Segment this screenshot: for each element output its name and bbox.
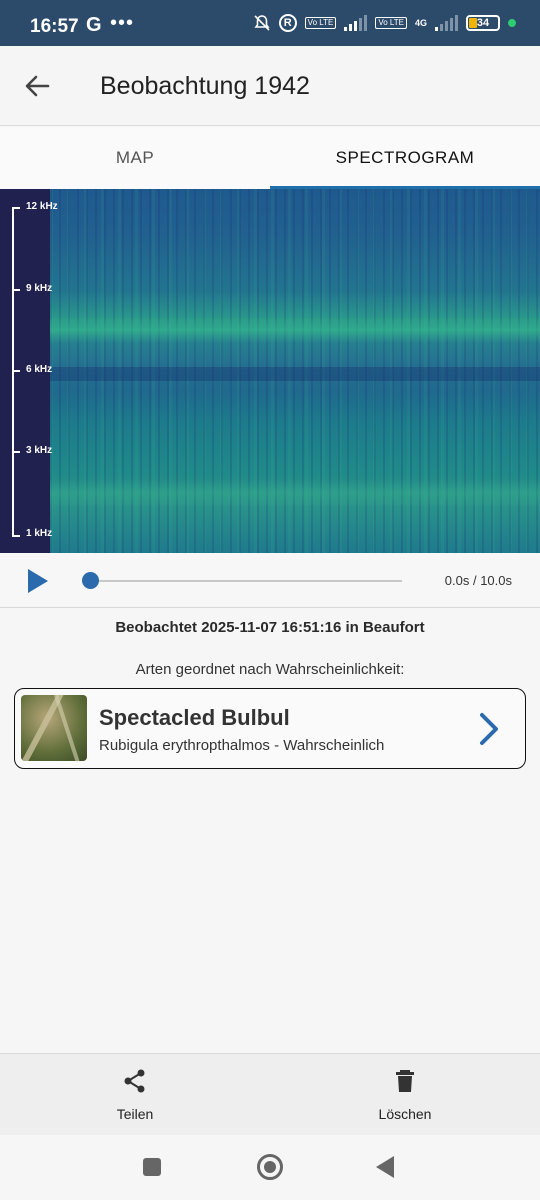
frequency-axis: 12 kHz 9 kHz 6 kHz 3 kHz 1 kHz [0, 189, 58, 553]
freq-label-9k: 9 kHz [26, 283, 53, 294]
species-thumbnail [21, 695, 87, 761]
spectrogram-view[interactable]: 12 kHz 9 kHz 6 kHz 3 kHz 1 kHz [0, 189, 540, 553]
g-app-icon: G [86, 14, 102, 36]
species-common-name: Spectacled Bulbul [99, 705, 290, 730]
share-label: Teilen [116, 1106, 154, 1122]
volte-icon: Vo LTE [304, 17, 337, 29]
signal-strength-icon-2 [435, 15, 458, 31]
bottom-action-bar: Teilen Löschen [0, 1053, 540, 1135]
spectrogram-dark-band [50, 367, 540, 381]
battery-level: 34 [476, 17, 490, 29]
delete-label: Löschen [378, 1106, 432, 1122]
registered-icon: R [278, 14, 297, 32]
trash-icon [392, 1068, 418, 1094]
spectrogram-low-band [50, 479, 540, 507]
freq-label-3k: 3 kHz [26, 445, 53, 456]
share-button[interactable]: Teilen [0, 1054, 270, 1135]
species-scientific-name: Rubigula erythropthalmos - Wahrscheinlic… [99, 737, 385, 754]
arrow-left-icon[interactable] [22, 70, 54, 102]
status-icons: R Vo LTE Vo LTE 4G 34 [253, 14, 516, 32]
tab-bar: MAP SPECTROGRAM [0, 127, 540, 189]
chevron-right-icon[interactable] [477, 711, 501, 747]
delete-button[interactable]: Löschen [270, 1054, 540, 1135]
system-navigation-bar [0, 1135, 540, 1200]
share-icon [122, 1068, 148, 1094]
page-title: Beobachtung 1942 [100, 72, 310, 100]
network-type-icon: 4G [414, 18, 427, 28]
recent-apps-icon[interactable] [143, 1158, 161, 1176]
status-bar: 16:57 G ••• R Vo LTE Vo LTE 4G 34 [0, 0, 540, 46]
freq-label-6k: 6 kHz [26, 364, 53, 375]
battery-icon: 34 [466, 15, 500, 31]
app-bar: Beobachtung 1942 [0, 46, 540, 126]
active-dot-icon [508, 19, 516, 27]
signal-strength-icon [344, 15, 368, 31]
muted-bell-icon [253, 14, 271, 32]
status-time: 16:57 [30, 16, 79, 37]
more-notifications-icon: ••• [110, 12, 135, 34]
audio-player: 0.0s / 10.0s [0, 553, 540, 608]
tab-spectrogram[interactable]: SPECTROGRAM [270, 127, 540, 189]
freq-label-12k: 12 kHz [26, 201, 58, 212]
tab-map[interactable]: MAP [0, 127, 270, 189]
spectrogram-band [50, 317, 540, 343]
playback-slider[interactable] [90, 580, 402, 582]
species-list-heading: Arten geordnet nach Wahrscheinlichkeit: [135, 661, 405, 678]
volte-icon-2: Vo LTE [375, 17, 407, 29]
back-triangle-icon[interactable] [376, 1156, 394, 1178]
playback-time: 0.0s / 10.0s [444, 573, 512, 588]
home-icon[interactable] [257, 1154, 283, 1180]
observation-info: Beobachtet 2025-11-07 16:51:16 in Beaufo… [115, 619, 425, 636]
play-icon[interactable] [24, 567, 52, 595]
freq-label-1k: 1 kHz [26, 528, 53, 539]
species-card[interactable]: Spectacled Bulbul Rubigula erythropthalm… [14, 688, 526, 769]
playback-slider-thumb[interactable] [81, 572, 99, 589]
